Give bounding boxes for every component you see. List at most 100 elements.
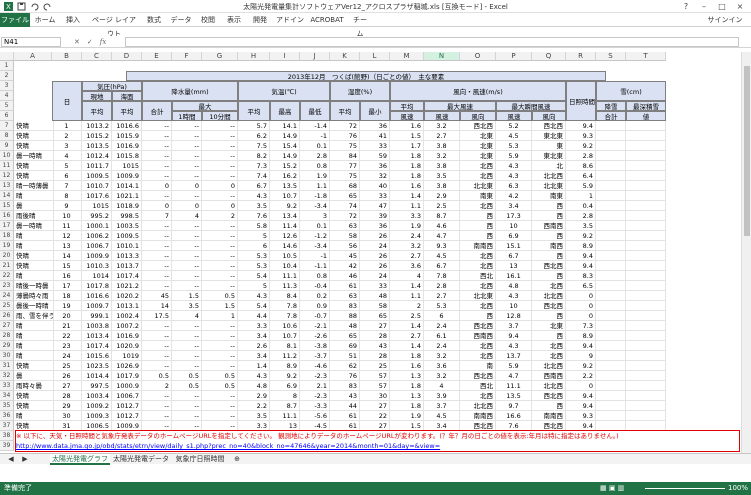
table-cell[interactable]: 1013.4 bbox=[82, 331, 112, 341]
table-cell[interactable]: 1.4 bbox=[390, 341, 424, 351]
table-cell[interactable]: 62 bbox=[330, 361, 360, 371]
column-header-F[interactable]: F bbox=[172, 52, 202, 61]
table-cell[interactable] bbox=[626, 181, 666, 191]
table-cell[interactable]: -3.3 bbox=[300, 401, 330, 411]
table-cell[interactable]: 995.2 bbox=[82, 211, 112, 221]
table-cell[interactable]: 21 bbox=[52, 321, 82, 331]
column-header-T[interactable]: T bbox=[626, 52, 666, 61]
table-cell[interactable]: -- bbox=[202, 401, 238, 411]
table-cell[interactable] bbox=[596, 261, 626, 271]
table-cell[interactable]: 83 bbox=[330, 381, 360, 391]
table-cell[interactable]: 15.1 bbox=[496, 241, 532, 251]
table-cell[interactable]: 晴後一時曇 bbox=[14, 281, 54, 291]
minimize-button[interactable]: – bbox=[695, 1, 713, 12]
scroll-thumb[interactable] bbox=[744, 66, 750, 236]
tab-file[interactable]: ファイル bbox=[0, 13, 30, 27]
table-cell[interactable]: 24 bbox=[52, 351, 82, 361]
table-cell[interactable]: 2.8 bbox=[566, 211, 596, 221]
table-cell[interactable]: -- bbox=[142, 271, 172, 281]
row-header-10[interactable]: 10 bbox=[0, 151, 14, 161]
table-cell[interactable]: 4.5 bbox=[424, 251, 460, 261]
table-cell[interactable]: 11.2 bbox=[270, 351, 300, 361]
table-cell[interactable]: 1013.7 bbox=[112, 261, 142, 271]
table-cell[interactable]: 1.6 bbox=[390, 361, 424, 371]
table-cell[interactable]: 30 bbox=[52, 411, 82, 421]
table-cell[interactable]: 1000.9 bbox=[112, 381, 142, 391]
table-cell[interactable]: 9.2 bbox=[270, 371, 300, 381]
table-cell[interactable] bbox=[596, 171, 626, 181]
table-cell[interactable]: -- bbox=[172, 321, 202, 331]
table-cell[interactable]: 西北 bbox=[460, 381, 496, 391]
table-cell[interactable]: 15 bbox=[52, 261, 82, 271]
table-cell[interactable] bbox=[596, 271, 626, 281]
signin-link[interactable]: サインイン bbox=[705, 13, 745, 27]
table-cell[interactable] bbox=[596, 361, 626, 371]
table-cell[interactable]: 西 bbox=[460, 221, 496, 231]
table-cell[interactable]: 2.9 bbox=[424, 191, 460, 201]
table-cell[interactable]: 1.5 bbox=[172, 291, 202, 301]
table-cell[interactable]: 1012.7 bbox=[112, 401, 142, 411]
table-cell[interactable]: 13.7 bbox=[496, 351, 532, 361]
table-cell[interactable]: 9.4 bbox=[566, 341, 596, 351]
table-cell[interactable]: 5.3 bbox=[496, 141, 532, 151]
table-cell[interactable]: 1 bbox=[202, 311, 238, 321]
table-cell[interactable]: -- bbox=[202, 391, 238, 401]
table-cell[interactable]: 1015.2 bbox=[82, 131, 112, 141]
table-cell[interactable]: 1017.4 bbox=[112, 271, 142, 281]
table-cell[interactable]: 7 bbox=[142, 211, 172, 221]
table-cell[interactable]: 74 bbox=[330, 201, 360, 211]
table-cell[interactable]: -4.6 bbox=[300, 361, 330, 371]
table-cell[interactable]: 6.9 bbox=[270, 381, 300, 391]
table-cell[interactable]: 薄曇時々雨 bbox=[14, 291, 54, 301]
table-cell[interactable]: -- bbox=[142, 161, 172, 171]
table-cell[interactable] bbox=[626, 401, 666, 411]
table-cell[interactable]: 16.1 bbox=[496, 271, 532, 281]
table-cell[interactable]: 西北西 bbox=[460, 321, 496, 331]
table-cell[interactable]: -- bbox=[172, 161, 202, 171]
table-cell[interactable]: 68 bbox=[330, 181, 360, 191]
table-cell[interactable] bbox=[626, 411, 666, 421]
table-cell[interactable]: 1.6 bbox=[390, 181, 424, 191]
table-cell[interactable]: -- bbox=[172, 271, 202, 281]
table-cell[interactable] bbox=[626, 281, 666, 291]
formula-input[interactable] bbox=[125, 37, 739, 47]
table-cell[interactable]: 3.8 bbox=[424, 161, 460, 171]
table-cell[interactable]: 晴一時薄曇 bbox=[14, 181, 54, 191]
cancel-icon[interactable]: ✕ bbox=[74, 38, 80, 46]
table-cell[interactable]: -- bbox=[172, 411, 202, 421]
table-cell[interactable]: 8.7 bbox=[424, 211, 460, 221]
table-cell[interactable]: 29 bbox=[52, 401, 82, 411]
table-cell[interactable]: 7.4 bbox=[238, 171, 270, 181]
table-cell[interactable]: 0.4 bbox=[566, 201, 596, 211]
table-cell[interactable]: 56 bbox=[330, 241, 360, 251]
table-cell[interactable]: 北北東 bbox=[532, 181, 566, 191]
table-cell[interactable]: -- bbox=[202, 361, 238, 371]
row-header-9[interactable]: 9 bbox=[0, 141, 14, 151]
table-cell[interactable]: 3.7 bbox=[424, 401, 460, 411]
table-cell[interactable]: 6.3 bbox=[496, 181, 532, 191]
row-header-22[interactable]: 22 bbox=[0, 271, 14, 281]
table-cell[interactable]: 晴 bbox=[14, 341, 54, 351]
table-cell[interactable]: 63 bbox=[330, 221, 360, 231]
table-cell[interactable]: 1015.9 bbox=[112, 131, 142, 141]
table-cell[interactable]: -0.7 bbox=[300, 311, 330, 321]
table-cell[interactable]: 84 bbox=[330, 151, 360, 161]
table-cell[interactable] bbox=[626, 161, 666, 171]
table-cell[interactable]: 北北西 bbox=[532, 291, 566, 301]
table-cell[interactable]: -- bbox=[142, 351, 172, 361]
table-cell[interactable]: 10.7 bbox=[270, 331, 300, 341]
table-cell[interactable]: 8.9 bbox=[566, 331, 596, 341]
table-cell[interactable]: -- bbox=[142, 281, 172, 291]
table-cell[interactable] bbox=[596, 251, 626, 261]
table-cell[interactable]: 雨時々曇 bbox=[14, 381, 54, 391]
table-cell[interactable]: 1.5 bbox=[390, 131, 424, 141]
table-cell[interactable]: 5.2 bbox=[496, 121, 532, 131]
table-cell[interactable]: 1014 bbox=[82, 271, 112, 281]
table-cell[interactable] bbox=[596, 401, 626, 411]
table-cell[interactable]: 75 bbox=[330, 141, 360, 151]
table-cell[interactable] bbox=[626, 381, 666, 391]
table-cell[interactable]: -- bbox=[202, 161, 238, 171]
table-cell[interactable]: 1026.9 bbox=[112, 361, 142, 371]
table-cell[interactable]: -- bbox=[202, 151, 238, 161]
table-cell[interactable]: -- bbox=[202, 121, 238, 131]
